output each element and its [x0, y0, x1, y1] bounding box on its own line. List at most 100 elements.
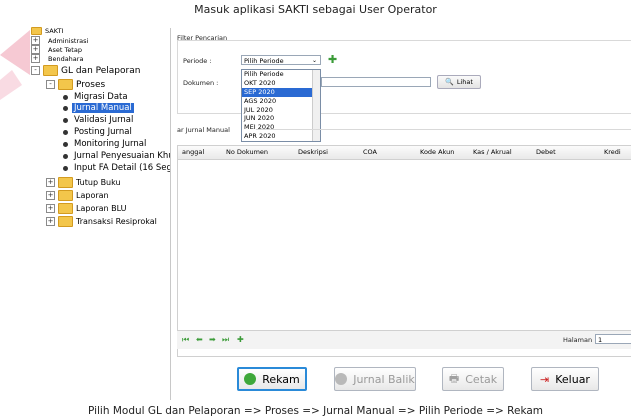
dropdown-option[interactable]: Pilih Periode [242, 70, 320, 79]
tree-item-gl-dan-pelaporan[interactable]: - GL dan Pelaporan [31, 65, 140, 76]
tree-item-monitoring-jurnal[interactable]: Monitoring Jurnal [63, 139, 146, 149]
jurnal-manual-panel: Filter Pencarian Periode : Pilih Periode… [170, 28, 631, 400]
cetak-label: Cetak [465, 372, 498, 386]
periode-dropdown-list[interactable]: Pilih Periode OKT 2020 SEP 2020 AGS 2020… [241, 69, 321, 142]
dropdown-option[interactable]: JUL 2020 [242, 106, 320, 115]
rekam-button[interactable]: Rekam [237, 367, 307, 391]
column-header[interactable]: Kas / Akrual [473, 148, 512, 156]
dropdown-option[interactable]: APR 2020 [242, 132, 320, 141]
column-header[interactable]: anggal [182, 148, 204, 156]
tree-item-jurnal-manual[interactable]: Jurnal Manual [63, 103, 134, 113]
tree-item-label: Migrasi Data [74, 92, 128, 102]
dokumen-label: Dokumen : [183, 79, 219, 87]
tree-item-label: Aset Tetap [48, 45, 82, 54]
first-page-icon[interactable]: ⏮ [182, 335, 189, 345]
column-header[interactable]: Kredi [604, 148, 621, 156]
expand-icon[interactable]: + [46, 191, 55, 200]
keluar-button[interactable]: ⇥ Keluar [531, 367, 599, 391]
jurnal-balik-label: Jurnal Balik [353, 372, 415, 386]
expand-icon[interactable]: + [46, 204, 55, 213]
tree-item-tutup-buku[interactable]: + Tutup Buku [46, 177, 121, 188]
tree-item-bendahara[interactable]: + Bendahara [31, 54, 83, 63]
tree-item-laporan-blu[interactable]: + Laporan BLU [46, 203, 127, 214]
periode-select[interactable]: Pilih Periode ⌄ [241, 55, 321, 65]
folder-icon [31, 27, 42, 35]
dropdown-option[interactable]: AGS 2020 [242, 97, 320, 106]
page-input[interactable]: 1 [595, 334, 631, 344]
tree-item-label: Proses [76, 79, 106, 90]
top-caption: Masuk aplikasi SAKTI sebagai User Operat… [194, 3, 437, 16]
dropdown-scrollbar[interactable] [312, 70, 320, 141]
tree-item-label: Posting Jurnal [74, 127, 132, 137]
column-header[interactable]: COA [363, 148, 377, 156]
tree-item-label: Laporan BLU [76, 204, 127, 213]
tree-item-label-selected: Jurnal Manual [72, 103, 134, 113]
dropdown-option[interactable]: JUN 2020 [242, 114, 320, 123]
add-icon[interactable]: ✚ [328, 53, 337, 66]
expand-icon[interactable]: + [31, 45, 40, 54]
folder-icon [58, 216, 73, 227]
collapse-icon[interactable]: - [31, 66, 40, 75]
table-header: anggal No Dokumen Deskripsi COA Kode Aku… [178, 146, 631, 160]
expand-icon[interactable]: + [46, 217, 55, 226]
tree-item-label: Monitoring Jurnal [74, 139, 147, 149]
folder-icon [58, 79, 73, 90]
collapse-icon[interactable]: - [46, 80, 55, 89]
tree-item-proses[interactable]: - Proses [46, 79, 105, 90]
periode-select-value: Pilih Periode [244, 57, 284, 65]
next-page-icon[interactable]: ➡ [209, 335, 216, 344]
folder-icon [43, 65, 58, 76]
dropdown-option[interactable]: MEI 2020 [242, 123, 320, 132]
reverse-icon [335, 373, 348, 385]
dropdown-option-selected[interactable]: SEP 2020 [242, 87, 320, 97]
tree-item-aset-tetap[interactable]: + Aset Tetap [31, 45, 82, 54]
column-header[interactable]: Deskripsi [298, 148, 328, 156]
bullet-icon [63, 165, 68, 171]
bullet-icon [63, 105, 68, 111]
dropdown-option[interactable]: OKT 2020 [242, 79, 320, 88]
expand-icon[interactable]: + [46, 178, 55, 187]
divider [256, 129, 631, 130]
tree-item-administrasi[interactable]: + Administrasi [31, 36, 88, 45]
add-row-icon[interactable]: ✚ [237, 335, 244, 344]
tree-item-label: Laporan [76, 191, 109, 200]
bullet-icon [63, 141, 68, 147]
prev-page-icon[interactable]: ⬅ [196, 335, 203, 344]
expand-icon[interactable]: + [31, 36, 40, 45]
cetak-button[interactable]: 🖶 Cetak [442, 367, 504, 391]
lihat-label: Lihat [456, 78, 473, 86]
tree-root[interactable]: SAKTI [31, 27, 63, 35]
tree-item-label: Transaksi Resiprokal [76, 217, 157, 226]
add-circle-icon [244, 373, 257, 385]
tree-item-label: Validasi Jurnal [74, 115, 134, 125]
tree-item-transaksi-resiprokal[interactable]: + Transaksi Resiprokal [46, 216, 157, 227]
bottom-caption: Pilih Modul GL dan Pelaporan => Proses =… [88, 405, 543, 417]
keluar-label: Keluar [555, 372, 590, 386]
module-tree: SAKTI + Administrasi + Aset Tetap + Bend… [31, 27, 194, 392]
search-icon: 🔍 [445, 78, 454, 86]
bullet-icon [63, 117, 68, 123]
tree-item-posting-jurnal[interactable]: Posting Jurnal [63, 127, 132, 137]
dokumen-input[interactable] [321, 77, 431, 87]
bullet-icon [63, 129, 68, 135]
column-header[interactable]: Kode Akun [420, 148, 454, 156]
expand-icon[interactable]: + [31, 54, 40, 63]
folder-icon [58, 177, 73, 188]
column-header[interactable]: No Dokumen [226, 148, 268, 156]
folder-icon [58, 190, 73, 201]
lihat-button[interactable]: 🔍 Lihat [437, 75, 481, 89]
bullet-icon [63, 153, 68, 159]
tree-item-laporan[interactable]: + Laporan [46, 190, 109, 201]
last-page-icon[interactable]: ⏭ [222, 335, 229, 345]
tree-root-label: SAKTI [45, 27, 64, 35]
page-input-value: 1 [598, 336, 603, 344]
tree-item-label: Administrasi [48, 36, 89, 45]
tree-item-validasi-jurnal[interactable]: Validasi Jurnal [63, 115, 133, 125]
periode-label: Periode : [183, 57, 212, 65]
chevron-down-icon[interactable]: ⌄ [312, 56, 317, 66]
list-title: ar Jurnal Manual [177, 126, 230, 134]
tree-item-migrasi-data[interactable]: Migrasi Data [63, 92, 128, 102]
column-header[interactable]: Debet [536, 148, 556, 156]
printer-icon: 🖶 [448, 371, 460, 385]
jurnal-balik-button[interactable]: Jurnal Balik [334, 367, 416, 391]
